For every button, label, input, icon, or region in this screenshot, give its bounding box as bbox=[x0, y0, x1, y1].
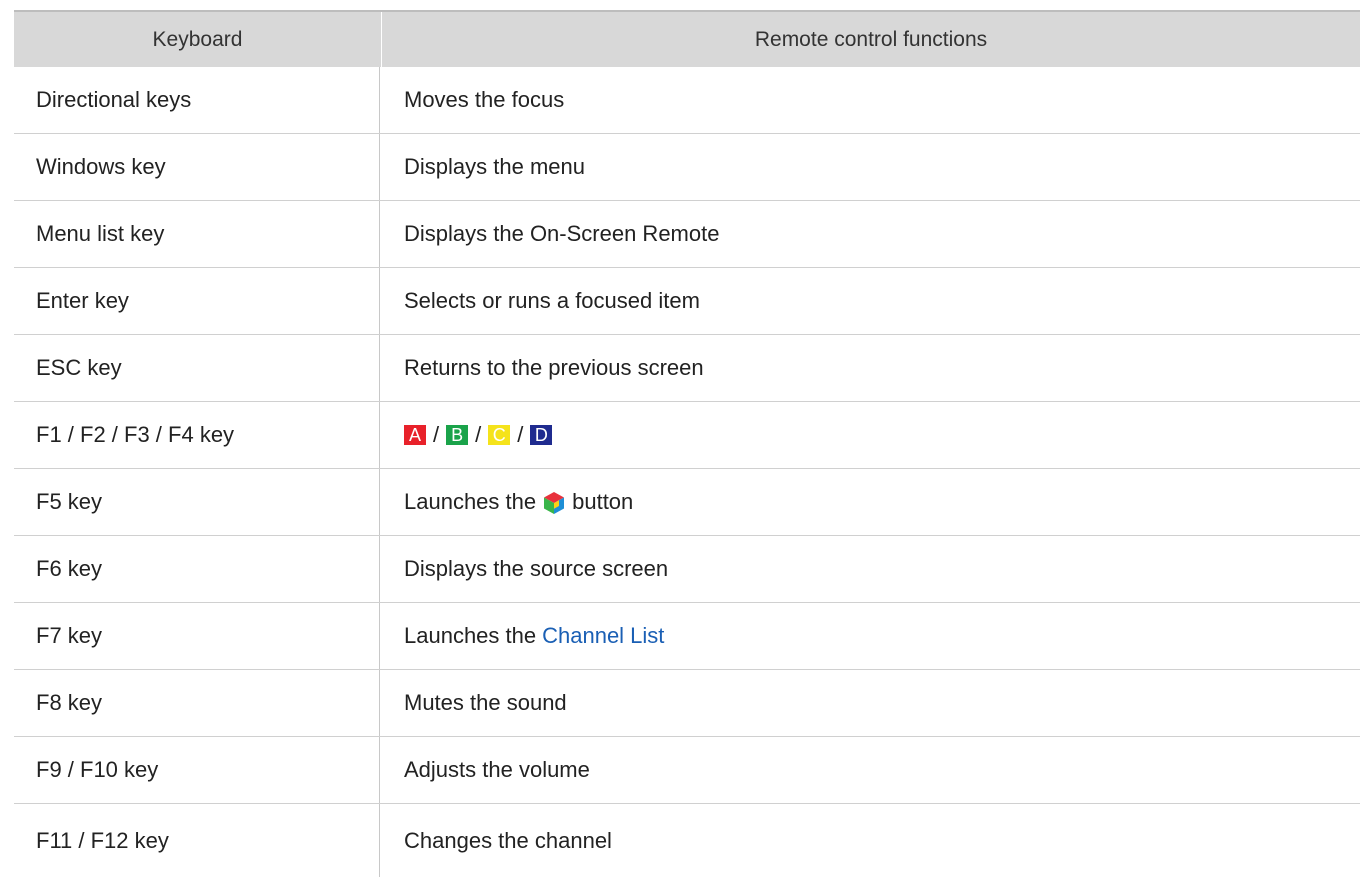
table-row: ESC key Returns to the previous screen bbox=[14, 335, 1360, 402]
function-cell: Adjusts the volume bbox=[404, 757, 590, 782]
key-cell: Windows key bbox=[14, 134, 380, 200]
header-remote-functions: Remote control functions bbox=[754, 27, 988, 51]
table-row: Menu list key Displays the On-Screen Rem… bbox=[14, 201, 1360, 268]
key-cell: F1 / F2 / F3 / F4 key bbox=[14, 402, 380, 468]
keyboard-remote-table: Keyboard Remote control functions Direct… bbox=[14, 10, 1360, 877]
function-cell: Launches the button bbox=[380, 469, 1360, 535]
key-cell: Directional keys bbox=[14, 67, 380, 133]
function-cell: Returns to the previous screen bbox=[404, 355, 704, 380]
function-cell: Changes the channel bbox=[404, 827, 612, 853]
key-cell: Menu list key bbox=[14, 201, 380, 267]
key-cell: F7 key bbox=[14, 603, 380, 669]
function-cell: Displays the On-Screen Remote bbox=[404, 221, 720, 246]
channel-list-link[interactable]: Channel List bbox=[542, 623, 664, 649]
key-cell: Enter key bbox=[14, 268, 380, 334]
color-key-d: D bbox=[530, 425, 553, 445]
smart-hub-icon bbox=[542, 489, 566, 515]
function-text-pre: Launches the bbox=[404, 489, 537, 514]
table-row: F1 / F2 / F3 / F4 key A / B / C / D bbox=[14, 402, 1360, 469]
function-text-pre: Launches the bbox=[404, 623, 537, 648]
header-keyboard: Keyboard bbox=[14, 12, 382, 67]
table-row: F11 / F12 key Changes the channel bbox=[14, 804, 1360, 877]
function-cell: Moves the focus bbox=[404, 87, 565, 112]
table-row: Enter key Selects or runs a focused item bbox=[14, 268, 1360, 335]
function-cell: Mutes the sound bbox=[404, 690, 567, 715]
function-cell: A / B / C / D bbox=[380, 402, 1360, 468]
function-cell: Displays the source screen bbox=[404, 556, 669, 581]
separator: / bbox=[475, 422, 482, 447]
table-header: Keyboard Remote control functions bbox=[14, 10, 1360, 67]
table-row: Windows key Displays the menu bbox=[14, 134, 1360, 201]
table-row: F7 key Launches the Channel List bbox=[14, 603, 1360, 670]
table-row: F8 key Mutes the sound bbox=[14, 670, 1360, 737]
color-key-a: A bbox=[404, 425, 426, 445]
separator: / bbox=[517, 422, 524, 447]
table-row: F9 / F10 key Adjusts the volume bbox=[14, 737, 1360, 804]
color-key-c: C bbox=[488, 425, 511, 445]
function-cell: Selects or runs a focused item bbox=[404, 288, 700, 313]
table-row: F6 key Displays the source screen bbox=[14, 536, 1360, 603]
key-cell: F9 / F10 key bbox=[14, 737, 380, 803]
color-key-b: B bbox=[446, 425, 469, 445]
key-cell: ESC key bbox=[14, 335, 380, 401]
function-cell: Launches the Channel List bbox=[380, 603, 1360, 669]
function-cell: Displays the menu bbox=[404, 154, 585, 179]
separator: / bbox=[433, 422, 440, 447]
key-cell: F11 / F12 key bbox=[14, 804, 380, 877]
table-row: F5 key Launches the button bbox=[14, 469, 1360, 536]
table-row: Directional keys Moves the focus bbox=[14, 67, 1360, 134]
key-cell: F6 key bbox=[14, 536, 380, 602]
key-cell: F8 key bbox=[14, 670, 380, 736]
function-text-post: button bbox=[572, 489, 634, 514]
key-cell: F5 key bbox=[14, 469, 380, 535]
